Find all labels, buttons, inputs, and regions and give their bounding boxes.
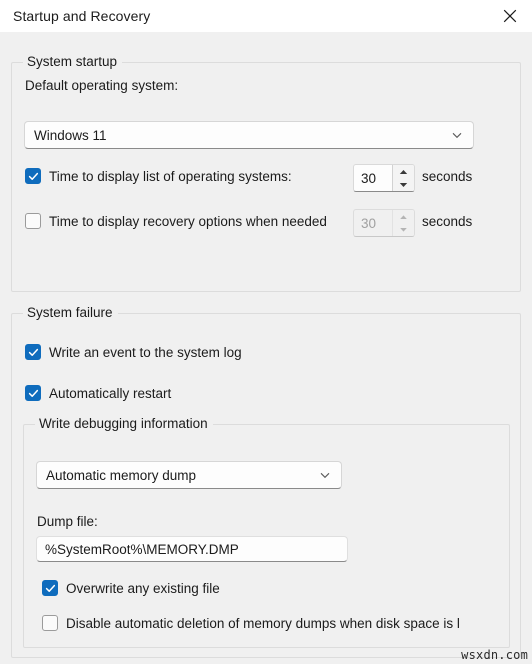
dialog-body: System startup Default operating system:… [0,32,532,664]
dump-type-combobox[interactable]: Automatic memory dump [36,461,342,489]
timeout-recovery-checkbox-row[interactable]: Time to display recovery options when ne… [25,213,327,229]
close-button[interactable] [488,0,532,32]
group-write-debugging: Write debugging information Automatic me… [23,416,510,648]
disable-deletion-checkbox-row[interactable]: Disable automatic deletion of memory dum… [42,615,460,631]
overwrite-checkbox[interactable] [42,580,58,596]
chevron-down-icon [449,127,465,143]
auto-restart-checkbox-row[interactable]: Automatically restart [25,385,171,401]
timeout-recovery-label: Time to display recovery options when ne… [49,213,327,229]
timeout-os-label: Time to display list of operating system… [49,168,292,184]
timeout-os-unit: seconds [422,169,473,184]
disable-deletion-checkbox[interactable] [42,615,58,631]
timeout-recovery-value: 30 [361,215,377,231]
group-system-failure-label: System failure [23,305,118,320]
group-system-failure: System failure Write an event to the sys… [11,305,521,658]
group-system-startup: System startup Default operating system:… [11,54,521,292]
dump-type-value: Automatic memory dump [46,467,197,483]
default-os-label: Default operating system: [25,78,179,93]
overwrite-checkbox-row[interactable]: Overwrite any existing file [42,580,220,596]
timeout-os-value[interactable]: 30 [354,165,392,191]
chevron-up-icon [393,210,414,223]
group-write-debugging-label: Write debugging information [35,416,213,431]
dump-file-label: Dump file: [37,514,98,529]
write-event-checkbox-row[interactable]: Write an event to the system log [25,344,242,360]
overwrite-label: Overwrite any existing file [66,580,220,596]
chevron-down-icon[interactable] [393,178,414,191]
timeout-os-spinner-buttons [392,165,414,191]
timeout-os-checkbox-row[interactable]: Time to display list of operating system… [25,168,292,184]
timeout-recovery-unit: seconds [422,214,473,229]
auto-restart-label: Automatically restart [49,385,172,401]
group-system-startup-label: System startup [23,54,123,69]
timeout-os-checkbox[interactable] [25,168,41,184]
timeout-os-spinner[interactable]: 30 [353,164,415,192]
write-event-label: Write an event to the system log [49,344,242,360]
close-icon [503,9,517,23]
chevron-down-icon [393,223,414,236]
chevron-up-icon[interactable] [393,165,414,178]
window-title: Startup and Recovery [13,7,151,24]
chevron-down-icon [317,467,333,483]
timeout-recovery-spinner: 30 [353,209,415,237]
timeout-recovery-checkbox[interactable] [25,213,41,229]
watermark: wsxdn.com [461,648,528,662]
default-os-value: Windows 11 [34,127,107,143]
write-event-checkbox[interactable] [25,344,41,360]
title-bar: Startup and Recovery [0,0,532,32]
timeout-recovery-spinner-buttons [392,210,414,236]
dump-file-input[interactable]: %SystemRoot%\MEMORY.DMP [36,536,348,562]
disable-deletion-label: Disable automatic deletion of memory dum… [66,615,460,631]
auto-restart-checkbox[interactable] [25,385,41,401]
default-os-combobox[interactable]: Windows 11 [24,121,474,149]
